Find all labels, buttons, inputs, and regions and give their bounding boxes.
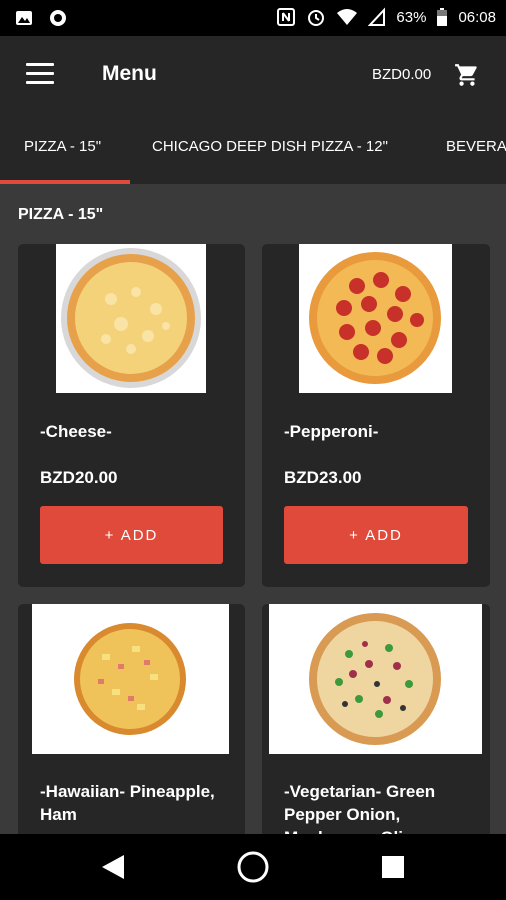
page-title: Menu <box>102 62 157 85</box>
tab-chicago-deep-dish[interactable]: CHICAGO DEEP DISH PIZZA - 12" <box>152 138 388 155</box>
cart-total[interactable]: BZD0.00 <box>372 66 431 83</box>
back-icon[interactable] <box>100 853 126 881</box>
pepperoni-pizza-image <box>299 244 452 393</box>
battery-percent: 63% <box>396 8 427 26</box>
clock: 06:08 <box>458 8 496 26</box>
product-card-pepperoni[interactable]: -Pepperoni- BZD23.00 + ADD <box>262 244 490 587</box>
active-tab-indicator <box>0 180 130 184</box>
product-card-vegetarian[interactable]: -Vegetarian- Green Pepper Onion, Mushroo… <box>262 604 490 844</box>
product-name: -Pepperoni- <box>284 422 379 441</box>
add-to-cart-button[interactable]: + ADD <box>40 506 223 564</box>
nfc-icon <box>277 8 296 26</box>
battery-icon <box>437 8 448 26</box>
home-icon[interactable] <box>236 850 270 884</box>
cheese-pizza-image <box>56 244 206 393</box>
alarm-icon <box>308 10 325 26</box>
cell-signal-icon <box>368 7 386 26</box>
product-card-cheese[interactable]: -Cheese- BZD20.00 + ADD <box>18 244 245 587</box>
tab-beverages[interactable]: BEVERA <box>446 138 506 155</box>
record-notification-icon <box>50 10 66 26</box>
hamburger-menu-icon[interactable] <box>26 63 54 85</box>
image-notification-icon <box>16 11 32 25</box>
app-bar: Menu BZD0.00 <box>0 36 506 112</box>
system-navigation-bar <box>0 834 506 900</box>
section-title: PIZZA - 15" <box>18 206 104 223</box>
vegetarian-pizza-image <box>269 604 482 754</box>
product-card-hawaiian[interactable]: -Hawaiian- Pineapple, Ham <box>18 604 245 844</box>
category-tabs: PIZZA - 15" CHICAGO DEEP DISH PIZZA - 12… <box>0 112 506 184</box>
product-price: BZD23.00 <box>284 468 362 487</box>
tab-pizza-15[interactable]: PIZZA - 15" <box>24 138 101 155</box>
product-price: BZD20.00 <box>40 468 118 487</box>
recents-icon[interactable] <box>382 856 404 878</box>
product-name: -Hawaiian- Pineapple, Ham <box>40 782 215 824</box>
add-to-cart-button[interactable]: + ADD <box>284 506 468 564</box>
status-bar: 63% 06:08 <box>0 0 506 36</box>
product-name: -Cheese- <box>40 422 112 441</box>
hawaiian-pizza-image <box>32 604 229 754</box>
shopping-cart-icon[interactable] <box>454 62 480 88</box>
wifi-icon <box>337 9 358 25</box>
